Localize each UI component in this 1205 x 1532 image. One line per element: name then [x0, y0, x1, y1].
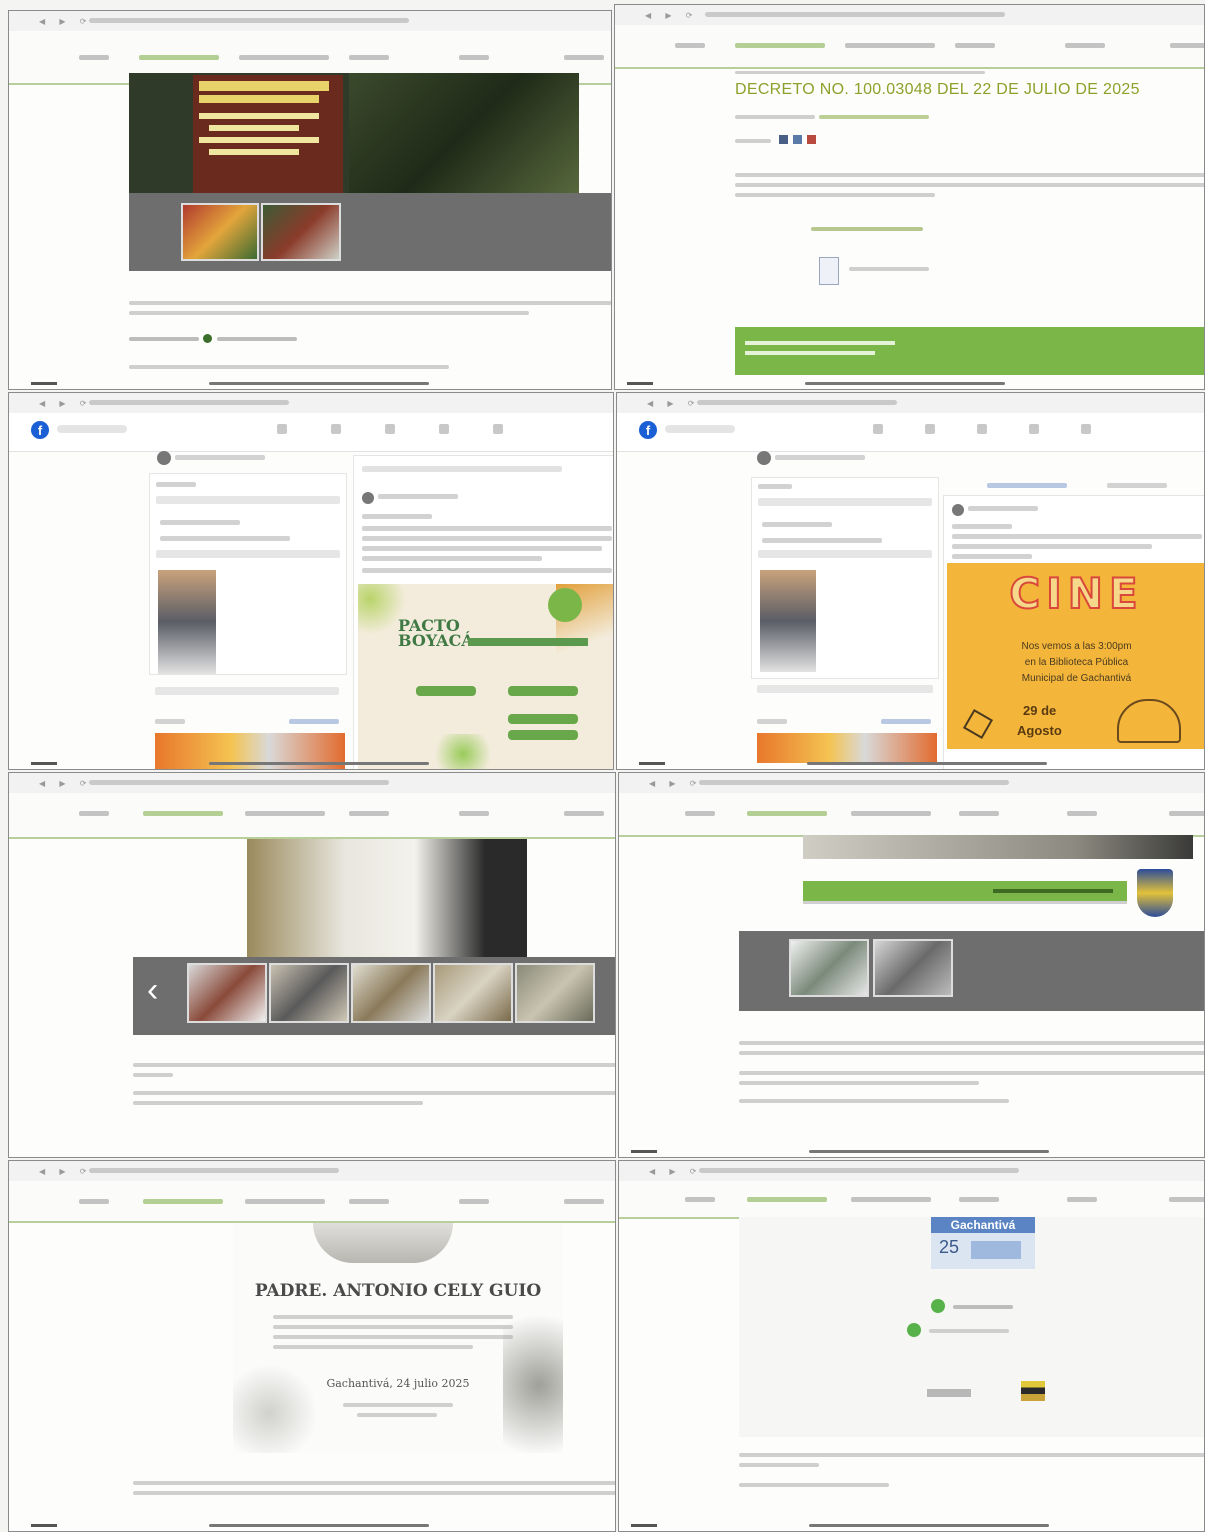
search-input[interactable] [665, 425, 735, 433]
profile-photo[interactable] [158, 570, 216, 674]
clock-icon [931, 1299, 945, 1313]
site-nav [619, 1181, 1204, 1219]
twitter-icon[interactable] [793, 135, 802, 144]
green-title-bar [803, 881, 1127, 904]
facebook-top-bar: f [617, 413, 1204, 452]
poster-title-line2: BOYACÁ [398, 631, 474, 650]
portrait-fragment [313, 1223, 453, 1263]
marketplace-icon[interactable] [977, 424, 987, 434]
facebook-logo-icon[interactable]: f [639, 421, 657, 439]
facebook-top-bar: f [9, 413, 613, 452]
floral-decoration [503, 1283, 563, 1453]
panel-gaceta: ◀ ▶ ⟳ [618, 772, 1205, 1158]
panel-decreto: ◀ ▶ ⟳ DECRETO NO. 100.03048 DEL 22 DE JU… [614, 4, 1205, 390]
marketplace-icon[interactable] [385, 424, 395, 434]
profile-details-card [149, 473, 347, 675]
youtube-icon[interactable] [807, 135, 816, 144]
cine-title: CINE [1008, 568, 1144, 619]
event-poster: Gachantivá 25 [739, 1217, 1204, 1437]
groups-icon[interactable] [439, 424, 449, 434]
browser-url-bar[interactable]: ◀ ▶ ⟳ [619, 1161, 1204, 1182]
browser-url-bar[interactable]: ◀ ▶ ⟳ [9, 393, 613, 414]
main-photo [247, 839, 527, 957]
gallery-thumb[interactable] [261, 203, 341, 261]
flag-logo [1021, 1381, 1045, 1401]
cine-line3: Municipal de Gachantivá [1021, 673, 1132, 684]
municipal-shield-icon [1137, 869, 1173, 917]
facebook-logo-icon[interactable]: f [31, 421, 49, 439]
gaming-icon[interactable] [1081, 424, 1091, 434]
site-nav [615, 25, 1204, 69]
panel-photo-carousel: ◀ ▶ ⟳ ‹ [8, 772, 616, 1158]
browser-url-bar[interactable]: ◀ ▶ ⟳ [615, 5, 1204, 26]
cine-line1: Nos vemos a las 3:00pm [1021, 641, 1132, 652]
location-icon [907, 1323, 921, 1337]
cine-line2: en la Biblioteca Pública [1024, 657, 1129, 668]
cine-poster[interactable]: CINE Nos vemos a las 3:00pm en la Biblio… [947, 563, 1204, 749]
chevron-left-icon[interactable]: ‹ [147, 971, 158, 1010]
photo-strip [757, 733, 937, 763]
post-card: PACTO BOYACÁ [353, 455, 613, 769]
video-icon[interactable] [925, 424, 935, 434]
search-input[interactable] [57, 425, 127, 433]
gallery-thumb[interactable] [873, 939, 953, 997]
browser-url-bar[interactable]: ◀ ▶ ⟳ [619, 773, 1204, 794]
facebook-icon[interactable] [779, 135, 788, 144]
home-icon[interactable] [277, 424, 287, 434]
carousel-thumb[interactable] [187, 963, 267, 1023]
poster-image [129, 73, 579, 193]
cine-date-month: Agosto [1017, 723, 1062, 738]
site-nav [9, 793, 615, 839]
carousel-thumb[interactable] [515, 963, 595, 1023]
header-photo [803, 835, 1193, 859]
share-icon[interactable] [203, 334, 212, 343]
panel-padre: ◀ ▶ ⟳ PADRE. ANTONIO CELY GUIO Gachantiv… [8, 1160, 616, 1532]
browser-url-bar[interactable]: ◀ ▶ ⟳ [9, 1161, 615, 1182]
site-nav [9, 1181, 615, 1223]
feedback-banner[interactable] [735, 327, 1204, 375]
carousel-thumb[interactable] [269, 963, 349, 1023]
groups-icon[interactable] [1029, 424, 1039, 434]
pacto-boyaca-poster[interactable]: PACTO BOYACÁ [358, 584, 613, 769]
browser-url-bar[interactable]: ◀ ▶ ⟳ [9, 773, 615, 794]
sponsor-logo [927, 1389, 971, 1397]
profile-photo[interactable] [760, 570, 816, 672]
popcorn-icon [1117, 699, 1181, 743]
avatar [157, 451, 171, 465]
browser-url-bar[interactable]: ◀ ▶ ⟳ [617, 393, 1204, 414]
floral-decoration [233, 1353, 323, 1453]
gaming-icon[interactable] [493, 424, 503, 434]
panel-facebook-cine: ◀ ▶ ⟳ f CINE Nos vemos a las 3:00pm en l… [616, 392, 1205, 770]
home-icon[interactable] [873, 424, 883, 434]
page-title: DECRETO NO. 100.03048 DEL 22 DE JULIO DE… [735, 81, 1140, 98]
panel-facebook-pacto: ◀ ▶ ⟳ f PACTO BOYACÁ [8, 392, 614, 770]
gallery-thumb[interactable] [789, 939, 869, 997]
pdf-file-icon[interactable] [819, 257, 839, 285]
panel-poster-gallery: ◀ ▶ ⟳ [8, 10, 612, 390]
panel-event: ◀ ▶ ⟳ Gachantivá 25 [618, 1160, 1205, 1532]
avatar [757, 451, 771, 465]
cine-date-day: 29 de [1023, 703, 1057, 718]
video-icon[interactable] [331, 424, 341, 434]
date-card: Gachantivá 25 [931, 1217, 1035, 1269]
camera-icon [962, 708, 994, 740]
memorial-card: PADRE. ANTONIO CELY GUIO Gachantivá, 24 … [233, 1223, 563, 1453]
carousel-thumb[interactable] [433, 963, 513, 1023]
site-nav [619, 793, 1204, 837]
carousel-thumb[interactable] [351, 963, 431, 1023]
profile-details-card [751, 477, 939, 679]
gallery-thumb[interactable] [181, 203, 259, 261]
event-day: 25 [939, 1237, 960, 1257]
browser-url-bar[interactable]: ◀ ▶ ⟳ [9, 11, 611, 32]
event-town: Gachantivá [931, 1217, 1035, 1233]
